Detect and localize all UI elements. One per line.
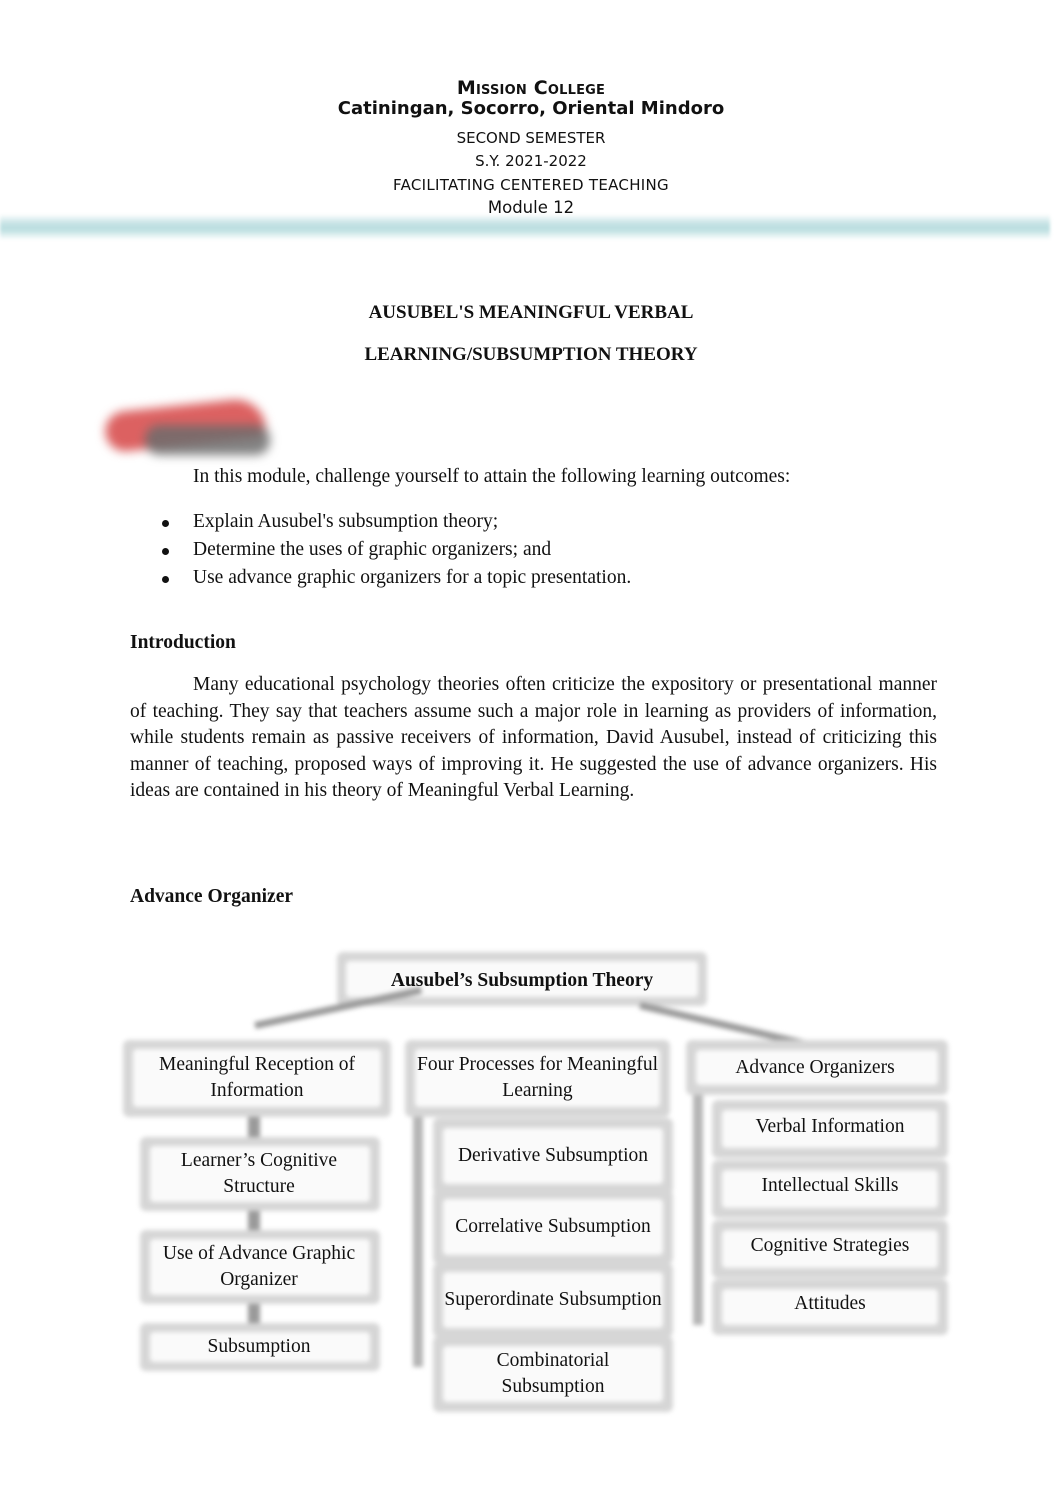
branch-node-advance-organizers: Advance Organizers: [735, 1056, 895, 1078]
child-node: Learner’s Cognitive Structure: [180, 1150, 338, 1197]
child-node: Verbal Information: [755, 1116, 905, 1137]
child-node: Correlative Subsumption: [455, 1216, 651, 1237]
child-node: Superordinate Subsumption: [444, 1289, 662, 1310]
branch-node-reception: Meaningful Reception of Information: [158, 1054, 356, 1101]
child-node: Cognitive Strategies: [750, 1235, 910, 1256]
child-node: Intellectual Skills: [761, 1175, 899, 1196]
child-node: Use of Advance Graphic Organizer: [162, 1243, 356, 1290]
child-node: Derivative Subsumption: [457, 1145, 649, 1166]
branch-node-four-processes: Four Processes for Meaningful Learning: [417, 1054, 658, 1101]
child-node: Attitudes: [794, 1293, 866, 1314]
connector-b2-spine: [413, 1117, 423, 1367]
subsumption-theory-diagram: Ausubel’s Subsumption Theory Meaningful …: [0, 0, 1062, 1504]
connector-b3-spine: [693, 1095, 703, 1325]
diagram-root-node: Ausubel’s Subsumption Theory: [390, 970, 654, 991]
child-node: Subsumption: [207, 1336, 311, 1357]
child-node: Combinatorial Subsumption: [496, 1350, 610, 1397]
